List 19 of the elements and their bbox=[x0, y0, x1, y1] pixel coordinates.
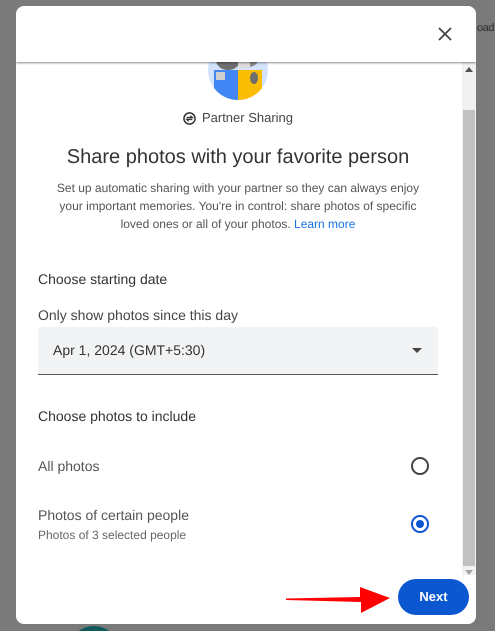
radio-button[interactable] bbox=[411, 515, 429, 533]
dropdown-caret-icon bbox=[412, 348, 422, 353]
scrollbar-thumb[interactable] bbox=[463, 110, 475, 566]
field-label: Only show photos since this day bbox=[38, 306, 239, 325]
description: Set up automatic sharing with your partner so they can always enjoy your important memories. You're in control: share photos of specific loved ones or all of your photos. Learn more bbox=[56, 180, 420, 233]
section-heading: Choose starting date bbox=[38, 270, 168, 289]
radio-button[interactable] bbox=[411, 457, 429, 475]
feature-label: Partner Sharing bbox=[202, 109, 294, 127]
learn-more-link[interactable]: Learn more bbox=[294, 217, 356, 231]
option-description: Photos of 3 selected people bbox=[38, 527, 188, 543]
option-label: Photos of certain people bbox=[38, 506, 189, 525]
scroll-up-icon[interactable] bbox=[465, 67, 473, 72]
section-heading: Choose photos to include bbox=[38, 407, 197, 426]
background-text: oad bbox=[477, 21, 494, 36]
date-dropdown[interactable]: Apr 1, 2024 (GMT+5:30) bbox=[38, 327, 438, 375]
next-button[interactable]: Next bbox=[398, 579, 469, 615]
sync-icon bbox=[182, 112, 196, 124]
option-label: All photos bbox=[38, 457, 100, 476]
dialog-title: Share photos with your favorite person bbox=[66, 145, 410, 170]
